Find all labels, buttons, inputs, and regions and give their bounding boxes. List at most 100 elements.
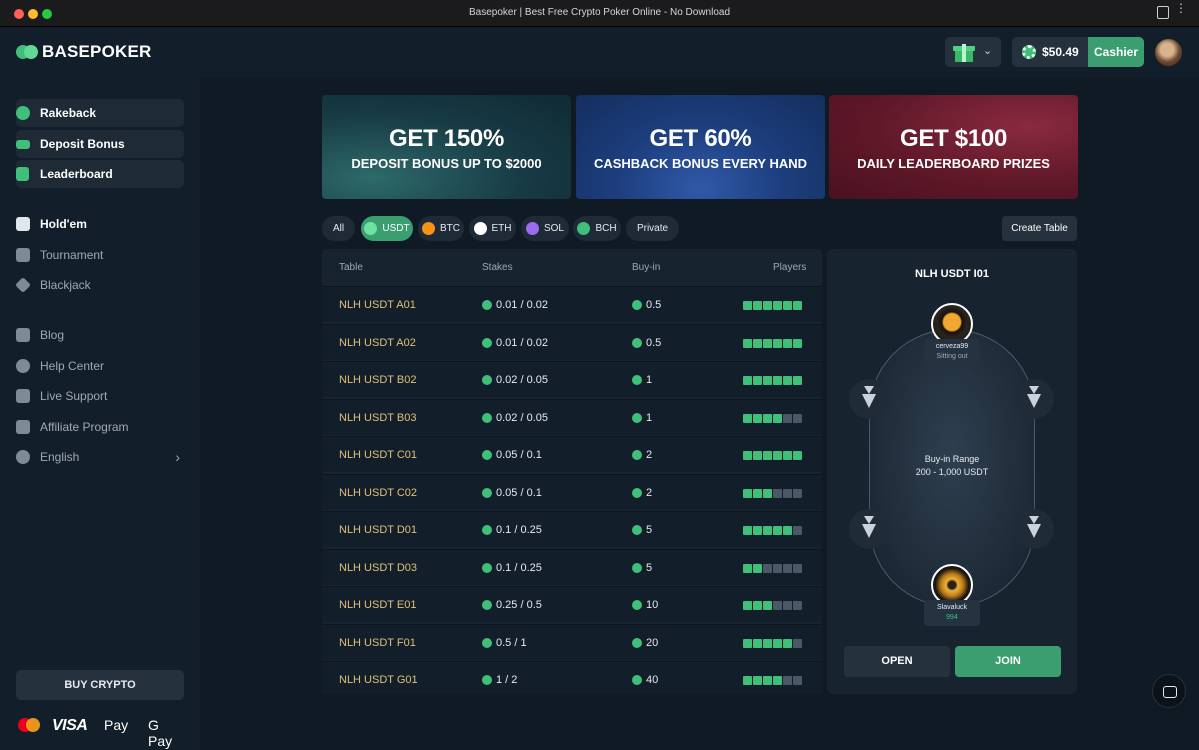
seated-player-bottom[interactable]: Slavaluck 994 xyxy=(924,564,980,626)
table-row[interactable]: NLH USDT D01 0.1 / 0.25 5 xyxy=(322,511,822,547)
join-table-button[interactable]: JOIN xyxy=(955,646,1061,677)
table-name: NLH USDT G01 xyxy=(339,674,418,686)
occupied-seat-marker xyxy=(783,338,792,348)
stakes-value: 0.02 / 0.05 xyxy=(496,411,548,424)
eth-coin-icon xyxy=(473,222,487,235)
sidebar-item-leaderboard[interactable]: Leaderboard xyxy=(16,160,184,188)
extensions-icon[interactable] xyxy=(1157,6,1169,19)
banner-headline: GET $100 xyxy=(900,125,1007,152)
create-table-button[interactable]: Create Table xyxy=(1002,216,1077,241)
sidebar-item-holdem[interactable]: Hold'em xyxy=(16,210,184,238)
usdt-coin-icon xyxy=(632,337,642,348)
trophy-icon xyxy=(16,248,30,262)
support-icon xyxy=(16,389,30,403)
usdt-coin-icon xyxy=(482,412,492,423)
sidebar-item-label: Blog xyxy=(40,328,65,342)
empty-seat[interactable] xyxy=(1014,509,1054,549)
stakes-value: 0.05 / 0.1 xyxy=(496,486,542,499)
chat-support-button[interactable] xyxy=(1152,674,1186,708)
buyin-value: 10 xyxy=(646,599,659,611)
filter-sol[interactable]: SOL xyxy=(521,216,569,241)
buyin-value: 40 xyxy=(646,674,659,686)
column-header-table[interactable]: Table xyxy=(339,262,363,273)
stakes-value: 0.5 / 1 xyxy=(496,636,527,649)
table-row[interactable]: NLH USDT A02 0.01 / 0.02 0.5 xyxy=(322,323,822,360)
player-stack: 994 xyxy=(946,614,958,621)
usdt-coin-icon xyxy=(482,450,492,460)
buyin-value: 1 xyxy=(646,374,653,386)
filter-btc[interactable]: BTC xyxy=(418,216,464,241)
buyin-cell: 1 xyxy=(632,374,652,386)
balance-widget: $50.49 Cashier xyxy=(1012,37,1144,67)
sidebar-item-blog[interactable]: Blog xyxy=(16,321,184,349)
empty-seat[interactable] xyxy=(849,379,889,419)
occupied-seat-marker xyxy=(783,376,792,385)
sidebar-item-label: English xyxy=(40,450,80,464)
sidebar-item-tournament[interactable]: Tournament xyxy=(16,241,184,269)
column-header-buyin[interactable]: Buy-in xyxy=(632,262,660,273)
table-row[interactable]: NLH USDT F01 0.5 / 1 20 xyxy=(322,623,822,660)
column-header-stakes[interactable]: Stakes xyxy=(482,262,513,273)
usdt-coin-icon xyxy=(482,562,492,573)
buyin-range-label: Buy-in Range xyxy=(924,454,980,464)
table-row[interactable]: NLH USDT B02 0.02 / 0.05 1 xyxy=(322,361,822,397)
buyin-value: 5 xyxy=(646,561,653,574)
promo-banner-leaderboard[interactable]: GET $100 DAILY LEADERBOARD PRIZES xyxy=(829,95,1078,199)
avatar[interactable] xyxy=(1155,39,1182,66)
occupied-seat-marker xyxy=(773,676,782,685)
filter-usdt[interactable]: USDT xyxy=(361,216,413,241)
google-pay-logo: G Pay xyxy=(148,717,173,749)
filter-all[interactable]: All xyxy=(322,216,355,241)
table-row[interactable]: NLH USDT A01 0.01 / 0.02 0.5 xyxy=(322,286,822,322)
sidebar-item-help-center[interactable]: Help Center xyxy=(16,352,184,380)
occupied-seat-marker xyxy=(753,413,762,423)
filter-private[interactable]: Private xyxy=(626,216,679,241)
table-row[interactable]: NLH USDT G01 1 / 2 40 xyxy=(322,661,822,694)
sidebar-item-affiliate-program[interactable]: Affiliate Program xyxy=(16,413,184,441)
sit-arrow-icon xyxy=(862,394,876,408)
stakes-value: 0.01 / 0.02 xyxy=(496,299,548,311)
empty-seat-marker xyxy=(763,563,772,573)
players-indicator xyxy=(743,488,802,498)
rakeback-icon xyxy=(16,106,30,120)
buyin-cell: 5 xyxy=(632,524,652,536)
players-indicator xyxy=(743,526,802,535)
empty-seat[interactable] xyxy=(849,509,889,549)
affiliate-icon xyxy=(16,420,30,434)
table-name: NLH USDT A01 xyxy=(339,299,416,311)
empty-seat-marker xyxy=(773,563,782,573)
filter-label: Private xyxy=(636,223,669,234)
sidebar-item-live-support[interactable]: Live Support xyxy=(16,382,184,410)
buyin-range-value: 200 - 1,000 USDT xyxy=(915,467,989,477)
sidebar-item-deposit-bonus[interactable]: Deposit Bonus xyxy=(16,130,184,158)
empty-seat-marker xyxy=(793,601,802,610)
buy-crypto-button[interactable]: BUY CRYPTO xyxy=(16,670,184,700)
table-row[interactable]: NLH USDT C02 0.05 / 0.1 2 xyxy=(322,473,822,510)
promo-banner-deposit[interactable]: GET 150% DEPOSIT BONUS UP TO $2000 xyxy=(322,95,571,199)
sidebar-item-label: Deposit Bonus xyxy=(40,137,125,151)
filter-bch[interactable]: BCH xyxy=(573,216,621,241)
buyin-value: 20 xyxy=(646,636,659,649)
sidebar-item-label: Blackjack xyxy=(40,278,91,292)
more-menu-icon[interactable]: ⋮ xyxy=(1175,2,1187,14)
rewards-dropdown-button[interactable]: ⌄ xyxy=(945,37,1001,67)
open-table-button[interactable]: OPEN xyxy=(844,646,950,677)
occupied-seat-marker xyxy=(753,676,762,685)
filter-eth[interactable]: ETH xyxy=(469,216,516,241)
table-row[interactable]: NLH USDT D03 0.1 / 0.25 5 xyxy=(322,548,822,585)
table-row[interactable]: NLH USDT B03 0.02 / 0.05 1 xyxy=(322,398,822,435)
occupied-seat-marker xyxy=(743,563,752,573)
empty-seat[interactable] xyxy=(1014,379,1054,419)
promo-banner-cashback[interactable]: GET 60% CASHBACK BONUS EVERY HAND xyxy=(576,95,825,199)
table-row[interactable]: NLH USDT C01 0.05 / 0.1 2 xyxy=(322,436,822,472)
column-header-players[interactable]: Players xyxy=(773,262,806,273)
seated-player-top[interactable]: cerveza99 Sitting out xyxy=(924,303,980,365)
occupied-seat-marker xyxy=(783,526,792,535)
sidebar-item-rakeback[interactable]: Rakeback xyxy=(16,99,184,127)
table-row[interactable]: NLH USDT E01 0.25 / 0.5 10 xyxy=(322,586,822,622)
sidebar-item-language[interactable]: English › xyxy=(16,443,184,471)
logo[interactable]: BASEPOKER xyxy=(16,42,152,62)
cashier-button[interactable]: Cashier xyxy=(1088,37,1144,67)
bch-coin-icon xyxy=(577,222,591,235)
sidebar-item-blackjack[interactable]: Blackjack xyxy=(15,271,184,299)
